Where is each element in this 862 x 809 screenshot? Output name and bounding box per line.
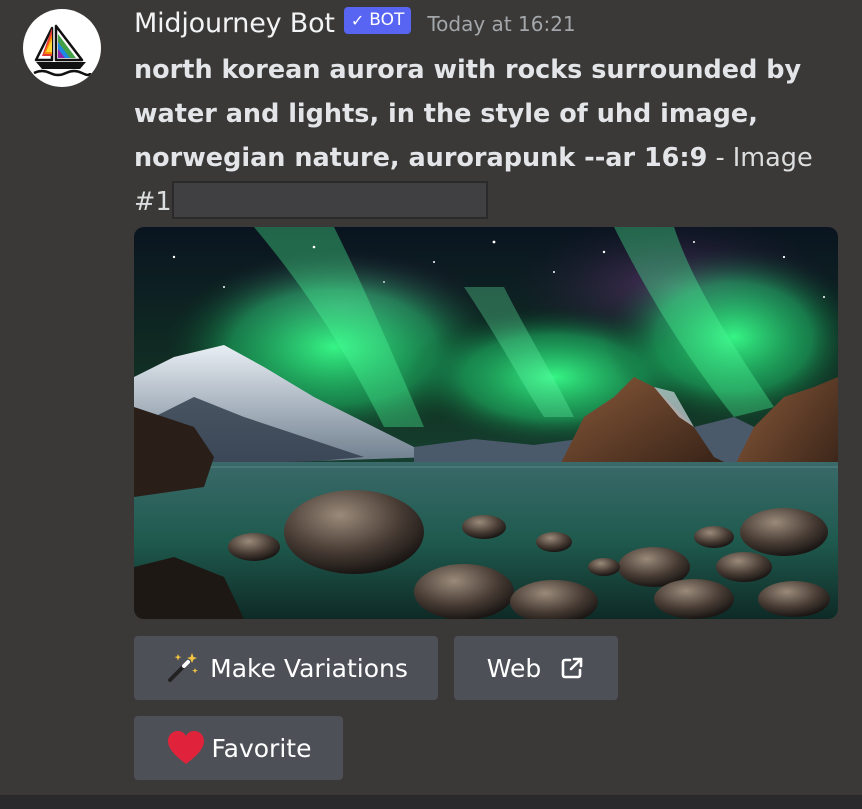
prompt-text: north korean aurora with rocks surrounde… [134,55,802,173]
magic-wand-icon [164,650,200,686]
bot-badge: ✓ BOT [343,6,412,34]
heart-icon [166,730,206,766]
favorite-button[interactable]: Favorite [134,716,343,780]
message-text: north korean aurora with rocks surrounde… [134,48,834,224]
username[interactable]: Midjourney Bot [134,8,335,39]
bottom-divider [0,795,862,809]
bot-badge-label: BOT [369,10,405,30]
web-label: Web [486,653,542,683]
chat-message: Midjourney Bot ✓ BOT Today at 16:21 nort… [0,0,862,795]
sailboat-logo-icon [33,24,92,77]
web-link-button[interactable]: Web [454,636,618,700]
message-header: Midjourney Bot ✓ BOT Today at 16:21 [134,0,846,46]
generated-image[interactable] [134,227,838,619]
favorite-label: Favorite [211,733,312,763]
external-link-icon [559,655,585,681]
make-variations-label: Make Variations [210,653,408,683]
redacted-mention [171,181,488,219]
verified-check-icon: ✓ [350,10,365,30]
make-variations-button[interactable]: Make Variations [134,636,438,700]
bot-avatar[interactable] [23,9,101,87]
message-content: Midjourney Bot ✓ BOT Today at 16:21 nort… [134,0,846,224]
aurora-landscape-image [134,227,838,619]
message-timestamp[interactable]: Today at 16:21 [427,12,575,36]
